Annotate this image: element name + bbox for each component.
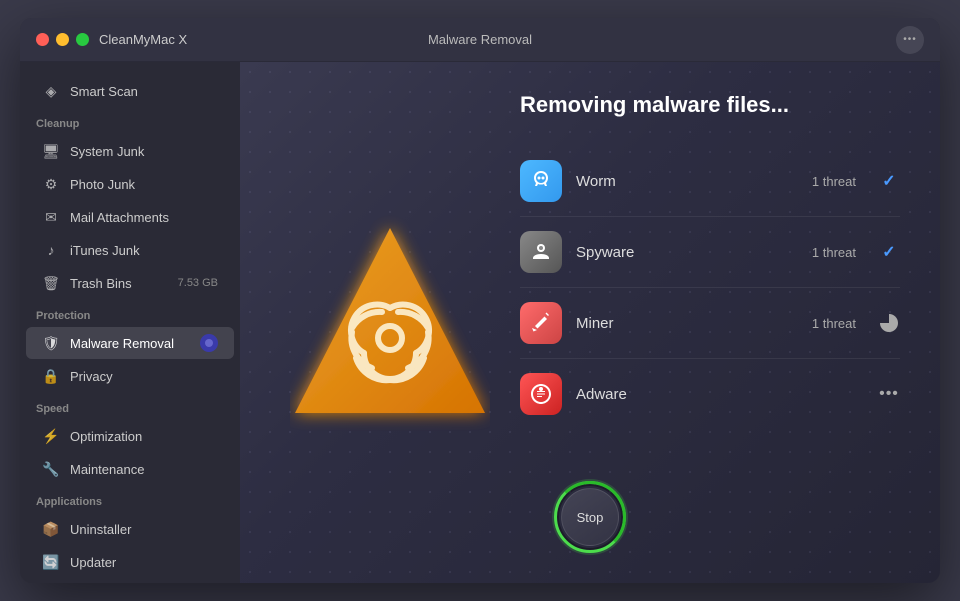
smart-scan-label: Smart Scan	[70, 84, 218, 99]
main-content: ◈ Smart Scan Cleanup 🖥 System Junk ⚙ Pho…	[20, 62, 940, 583]
trash-bins-label: Trash Bins	[70, 276, 168, 291]
sidebar-section-cleanup: Cleanup	[20, 108, 240, 134]
sidebar-item-smart-scan[interactable]: ◈ Smart Scan	[26, 75, 234, 107]
spyware-name: Spyware	[576, 244, 798, 261]
sidebar-section-files: Files	[20, 579, 240, 583]
sidebar-item-system-junk[interactable]: 🖥 System Junk	[26, 135, 234, 167]
trash-icon: 🗑	[42, 274, 60, 292]
sidebar-item-trash-bins[interactable]: 🗑 Trash Bins 7.53 GB	[26, 267, 234, 299]
sidebar-item-itunes-junk[interactable]: ♪ iTunes Junk	[26, 234, 234, 266]
sidebar-item-malware-removal[interactable]: 🛡 Malware Removal	[26, 327, 234, 359]
app-window: CleanMyMac X Malware Removal ◈ Smart Sca…	[20, 18, 940, 583]
miner-count: 1 threat	[812, 316, 856, 331]
malware-removal-label: Malware Removal	[70, 336, 190, 351]
miner-icon	[520, 302, 562, 344]
threat-item-spyware: Spyware 1 threat ✓	[520, 217, 900, 288]
threat-item-miner: Miner 1 threat	[520, 288, 900, 359]
maintenance-label: Maintenance	[70, 462, 218, 477]
close-button[interactable]	[36, 33, 49, 46]
window-title: Malware Removal	[428, 32, 532, 47]
worm-status-icon: ✓	[878, 170, 900, 192]
worm-icon	[520, 160, 562, 202]
maximize-button[interactable]	[76, 33, 89, 46]
privacy-label: Privacy	[70, 369, 218, 384]
content-area: Removing malware files... Worm 1 thr	[240, 62, 940, 583]
more-options-button[interactable]	[896, 26, 924, 54]
mail-attachments-label: Mail Attachments	[70, 210, 218, 225]
biohazard-illustration	[290, 213, 490, 433]
sidebar-item-maintenance[interactable]: 🔧 Maintenance	[26, 453, 234, 485]
stop-button-ring: Stop	[554, 481, 626, 553]
worm-name: Worm	[576, 173, 798, 190]
stop-button[interactable]: Stop	[561, 488, 619, 546]
system-junk-label: System Junk	[70, 144, 218, 159]
minimize-button[interactable]	[56, 33, 69, 46]
privacy-icon: 🔒	[42, 367, 60, 385]
stop-button-container: Stop	[554, 481, 626, 553]
updater-label: Updater	[70, 555, 218, 570]
spyware-count: 1 threat	[812, 245, 856, 260]
sidebar-section-applications: Applications	[20, 486, 240, 512]
maintenance-icon: 🔧	[42, 460, 60, 478]
titlebar: CleanMyMac X Malware Removal	[20, 18, 940, 62]
sidebar-item-photo-junk[interactable]: ⚙ Photo Junk	[26, 168, 234, 200]
panel-title: Removing malware files...	[520, 92, 900, 118]
sidebar-item-updater[interactable]: 🔄 Updater	[26, 546, 234, 578]
miner-status-icon	[878, 312, 900, 334]
traffic-lights	[36, 33, 89, 46]
threat-item-adware: Adware •••	[520, 359, 900, 429]
miner-name: Miner	[576, 315, 798, 332]
threat-item-worm: Worm 1 threat ✓	[520, 146, 900, 217]
titlebar-right	[896, 26, 924, 54]
threat-list: Worm 1 threat ✓ Spyware	[520, 146, 900, 429]
trash-badge: 7.53 GB	[178, 277, 218, 289]
updater-icon: 🔄	[42, 553, 60, 571]
active-indicator	[200, 334, 218, 352]
spyware-status-icon: ✓	[878, 241, 900, 263]
adware-name: Adware	[576, 386, 842, 403]
app-name-label: CleanMyMac X	[99, 32, 187, 47]
photo-junk-label: Photo Junk	[70, 177, 218, 192]
malware-removal-icon: 🛡	[42, 334, 60, 352]
sidebar-item-uninstaller[interactable]: 📦 Uninstaller	[26, 513, 234, 545]
spinner	[880, 314, 898, 332]
uninstaller-label: Uninstaller	[70, 522, 218, 537]
sidebar-section-protection: Protection	[20, 300, 240, 326]
uninstaller-icon: 📦	[42, 520, 60, 538]
sidebar: ◈ Smart Scan Cleanup 🖥 System Junk ⚙ Pho…	[20, 62, 240, 583]
smart-scan-icon: ◈	[42, 82, 60, 100]
spyware-icon	[520, 231, 562, 273]
sidebar-item-privacy[interactable]: 🔒 Privacy	[26, 360, 234, 392]
right-panel: Removing malware files... Worm 1 thr	[520, 92, 900, 429]
mail-icon: ✉	[42, 208, 60, 226]
sidebar-section-speed: Speed	[20, 393, 240, 419]
photo-junk-icon: ⚙	[42, 175, 60, 193]
sidebar-item-optimization[interactable]: ⚡ Optimization	[26, 420, 234, 452]
sidebar-item-mail-attachments[interactable]: ✉ Mail Attachments	[26, 201, 234, 233]
system-junk-icon: 🖥	[42, 142, 60, 160]
adware-icon	[520, 373, 562, 415]
optimization-icon: ⚡	[42, 427, 60, 445]
worm-count: 1 threat	[812, 174, 856, 189]
adware-status-icon: •••	[878, 383, 900, 405]
itunes-icon: ♪	[42, 241, 60, 259]
optimization-label: Optimization	[70, 429, 218, 444]
itunes-junk-label: iTunes Junk	[70, 243, 218, 258]
